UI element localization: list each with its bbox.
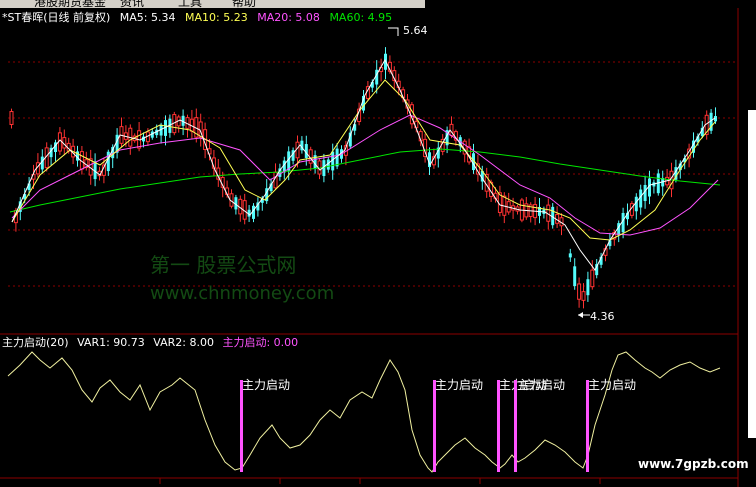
price-legend: *ST春晖(日线 前复权) MA5: 5.34 MA10: 5.23 MA20:… (2, 10, 392, 24)
var2-label: VAR2: 8.00 (153, 336, 214, 349)
ma60-label: MA60: 4.95 (329, 11, 392, 24)
menu-item-help[interactable]: 帮助 (232, 0, 256, 8)
menu-item-news[interactable]: 资讯 (120, 0, 144, 8)
menu-item-tools[interactable]: 工具 (178, 0, 202, 8)
ma5-label: MA5: 5.34 (120, 11, 176, 24)
signal-label-2: 主力启动 (435, 378, 483, 392)
indicator-name: 主力启动(20) (2, 336, 69, 349)
candle-body (581, 291, 586, 301)
signal-value-label: 主力启动: 0.00 (222, 336, 298, 349)
menu-item-hk-futures[interactable]: 港股期货基金 (34, 0, 106, 8)
signal-label-4: 主力启动 (517, 378, 565, 392)
high-annotation: 5.64 (388, 24, 428, 37)
candle-body (568, 253, 572, 258)
signal-bars (240, 380, 589, 472)
watermark-title: 第一 股票公式网 (150, 253, 296, 277)
watermark-url: www.chnmoney.com (150, 283, 334, 304)
stock-title: *ST春晖(日线 前复权) (2, 10, 110, 24)
candle-body (590, 269, 595, 288)
signal-label-1: 主力启动 (242, 378, 290, 392)
signal-label-5: 主力启动 (588, 378, 636, 392)
stock-chart[interactable]: 5.64 4.36 第一 股票公式网 www.chnmoney.com *ST春… (0, 8, 756, 487)
ma10-label: MA10: 5.23 (185, 11, 248, 24)
candle-body (9, 111, 14, 125)
indicator-legend: 主力启动(20) VAR1: 90.73 VAR2: 8.00 主力启动: 0.… (2, 336, 298, 349)
menu-bar: 港股期货基金 资讯 工具 帮助 (0, 0, 425, 8)
high-price-label: 5.64 (403, 24, 428, 37)
ma20-label: MA20: 5.08 (257, 11, 320, 24)
candle-body (577, 283, 582, 300)
candle-body (573, 266, 577, 287)
var1-oscillator-line (7, 351, 721, 473)
var1-label: VAR1: 90.73 (77, 336, 145, 349)
right-scroll-strip[interactable] (748, 110, 756, 438)
candle-body (586, 279, 590, 296)
ma20-line (11, 114, 719, 236)
low-price-label: 4.36 (590, 310, 615, 323)
low-annotation: 4.36 (578, 310, 615, 323)
candlesticks (9, 47, 717, 309)
site-watermark: www.7gpzb.com (638, 457, 749, 471)
time-axis-ticks (159, 478, 601, 484)
ma60-line (9, 148, 721, 213)
